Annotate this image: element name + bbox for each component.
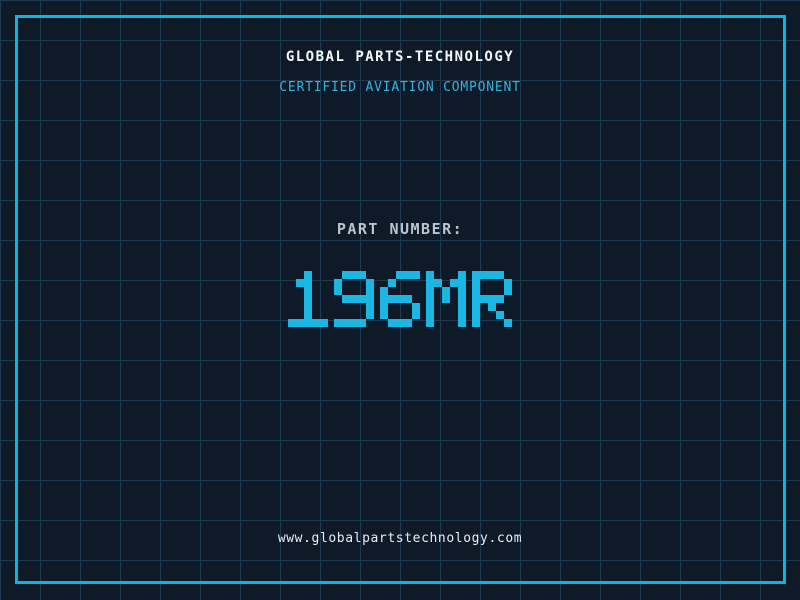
certification-subtitle: CERTIFIED AVIATION COMPONENT — [279, 80, 521, 95]
part-number-label: PART NUMBER: — [336, 220, 464, 238]
blueprint-canvas: GLOBAL PARTS-TECHNOLOGY CERTIFIED AVIATI… — [0, 0, 800, 600]
website-url: www.globalpartstechnology.com — [277, 531, 523, 546]
part-number-display: 196MR — [0, 271, 800, 327]
company-title: GLOBAL PARTS-TECHNOLOGY — [285, 49, 515, 65]
part-number-pixels — [0, 271, 800, 327]
